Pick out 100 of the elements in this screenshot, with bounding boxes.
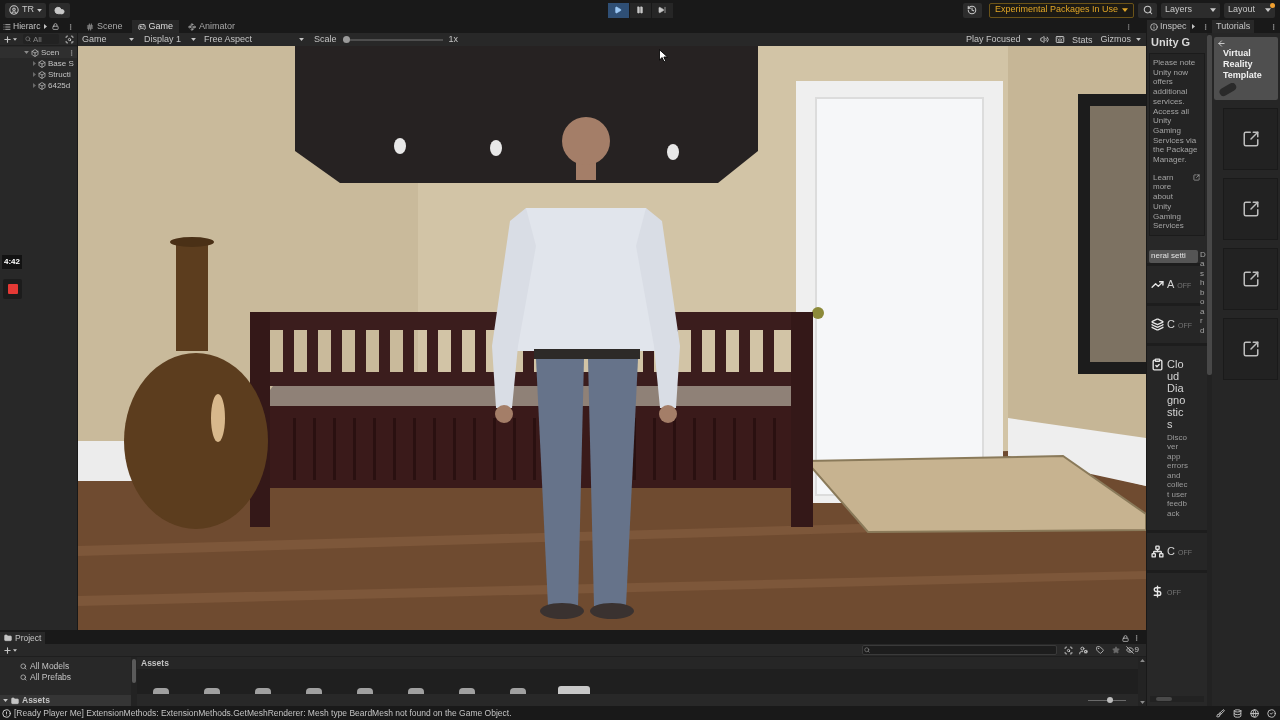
asset-thumbnail[interactable] xyxy=(408,688,424,694)
dashboard-link[interactable]: Dashboard xyxy=(1200,249,1206,343)
scan-search-icon[interactable] xyxy=(1063,645,1073,655)
panel-title: Unity G xyxy=(1150,35,1192,49)
view-tab[interactable]: Game xyxy=(131,20,180,33)
hidden-packages-toggle[interactable]: 9 xyxy=(1125,644,1139,656)
tag-icon[interactable] xyxy=(1095,646,1104,654)
more-icon[interactable] xyxy=(68,48,75,57)
check-circle-icon[interactable] xyxy=(1267,708,1276,718)
scroll-up-arrow-icon xyxy=(1139,659,1145,662)
view-tab[interactable]: Scene xyxy=(80,20,129,33)
slider-thumb[interactable] xyxy=(1107,697,1114,703)
stop-recording-button[interactable] xyxy=(3,279,22,299)
project-tab[interactable]: Project xyxy=(0,632,46,644)
warning-icon xyxy=(2,708,11,718)
vertical-scrollbar[interactable] xyxy=(131,657,137,706)
experimental-packages-dropdown[interactable]: Experimental Packages In Use xyxy=(988,2,1134,18)
user-icon xyxy=(9,5,19,15)
info-icon xyxy=(1150,22,1158,31)
learn-more-link[interactable]: Learn more about Unity Gaming Services xyxy=(1153,172,1191,231)
asset-thumbnail[interactable] xyxy=(510,688,526,694)
play-icon xyxy=(614,6,622,14)
clipboard-check-icon xyxy=(1151,357,1164,371)
lock-icon[interactable] xyxy=(52,23,60,30)
hierarchy-item[interactable]: Base S xyxy=(0,58,77,69)
aspect-dropdown[interactable]: Free Aspect xyxy=(202,34,306,45)
display-dropdown[interactable]: Display 1 xyxy=(142,34,198,45)
play-button[interactable] xyxy=(607,2,629,18)
assets-folder-item[interactable]: Assets xyxy=(0,695,131,706)
database-icon[interactable] xyxy=(1233,708,1242,718)
asset-thumbnail[interactable] xyxy=(558,686,590,694)
view-tab[interactable]: Animator xyxy=(182,20,242,33)
asset-thumbnail[interactable] xyxy=(153,688,169,694)
cube-icon xyxy=(38,59,46,68)
user-gear-icon[interactable] xyxy=(1078,645,1088,655)
keyboard-icon[interactable] xyxy=(1054,35,1065,44)
add-dropdown[interactable] xyxy=(3,34,17,44)
tutorial-card[interactable] xyxy=(1223,108,1278,170)
pause-button[interactable] xyxy=(629,2,651,18)
scan-search-icon[interactable] xyxy=(65,34,74,44)
dropdown-arrow-icon xyxy=(1136,38,1141,41)
gizmos-dropdown[interactable]: Gizmos xyxy=(1099,34,1142,45)
vertical-scrollbar[interactable] xyxy=(1138,657,1146,706)
tutorial-card[interactable] xyxy=(1223,248,1278,310)
game-view-dropdown[interactable]: Game xyxy=(80,34,136,45)
hierarchy-item[interactable]: Scen xyxy=(0,47,77,58)
more-icon[interactable] xyxy=(1202,22,1209,31)
folder-icon xyxy=(4,634,12,642)
asset-thumbnail[interactable] xyxy=(204,688,220,694)
template-card[interactable]: Virtual Reality Template xyxy=(1214,37,1278,100)
more-tabs-arrow-icon xyxy=(44,24,48,29)
add-dropdown[interactable] xyxy=(3,645,17,655)
asset-thumbnail[interactable] xyxy=(357,688,373,694)
console-message[interactable]: [Ready Player Me] ExtensionMethods: ExtensionMethods.GetMeshRenderer: Mesh type BeardMesh not found on the Game Object. xyxy=(14,706,512,720)
hierarchy-item[interactable]: Structi xyxy=(0,69,77,80)
lock-icon[interactable] xyxy=(1122,634,1129,642)
more-icon[interactable] xyxy=(67,22,74,31)
search-button[interactable] xyxy=(1138,2,1157,18)
account-dropdown[interactable]: TR xyxy=(5,2,46,18)
play-focused-dropdown[interactable]: Play Focused xyxy=(963,34,1034,45)
scale-slider[interactable] xyxy=(342,36,443,43)
tutorial-card[interactable] xyxy=(1223,178,1278,240)
speaker-icon[interactable] xyxy=(1039,35,1049,44)
more-icon[interactable] xyxy=(1133,634,1140,642)
horizontal-scrollbar[interactable] xyxy=(1150,696,1204,702)
layout-dropdown[interactable]: Layout xyxy=(1224,2,1275,18)
favorite-item[interactable]: All Models xyxy=(0,661,131,672)
vertical-scrollbar[interactable] xyxy=(1207,33,1212,706)
more-icon[interactable] xyxy=(1125,22,1132,31)
favorite-item[interactable]: All Prefabs xyxy=(0,672,131,683)
slider-thumb[interactable] xyxy=(342,36,350,43)
step-button[interactable] xyxy=(651,2,673,18)
cube-icon xyxy=(38,81,46,90)
cloud-button[interactable] xyxy=(49,2,70,18)
asset-thumbnail[interactable] xyxy=(306,688,322,694)
inspector-tab[interactable]: Inspec xyxy=(1147,20,1190,33)
plus-icon xyxy=(3,34,12,44)
layers-dropdown[interactable]: Layers xyxy=(1161,2,1220,18)
hierarchy-item[interactable]: 6425d xyxy=(0,80,77,91)
stats-button[interactable]: Stats xyxy=(1070,34,1094,45)
history-icon xyxy=(967,5,978,15)
globe-icon[interactable] xyxy=(1250,708,1259,718)
search-field[interactable] xyxy=(861,645,1057,655)
network-icon xyxy=(1151,545,1164,559)
brush-icon[interactable] xyxy=(1216,708,1225,718)
asset-thumbnail[interactable] xyxy=(255,688,271,694)
history-button[interactable] xyxy=(962,2,982,18)
plus-icon xyxy=(3,645,12,655)
search-field[interactable]: All xyxy=(23,34,59,44)
back-arrow-icon[interactable] xyxy=(1217,39,1226,48)
breadcrumb-label[interactable]: Assets xyxy=(141,656,169,670)
recording-timer: 4:42 xyxy=(2,255,22,269)
tutorials-tab[interactable]: Tutorials xyxy=(1212,20,1255,33)
settings-button[interactable]: neral setti xyxy=(1149,249,1198,263)
more-icon[interactable] xyxy=(1270,22,1277,31)
external-link-icon[interactable] xyxy=(1193,173,1200,181)
tutorial-card[interactable] xyxy=(1223,318,1278,380)
service-name: Cloud Diagnostics xyxy=(1167,357,1187,430)
star-icon[interactable] xyxy=(1111,646,1120,654)
asset-thumbnail[interactable] xyxy=(459,688,475,694)
